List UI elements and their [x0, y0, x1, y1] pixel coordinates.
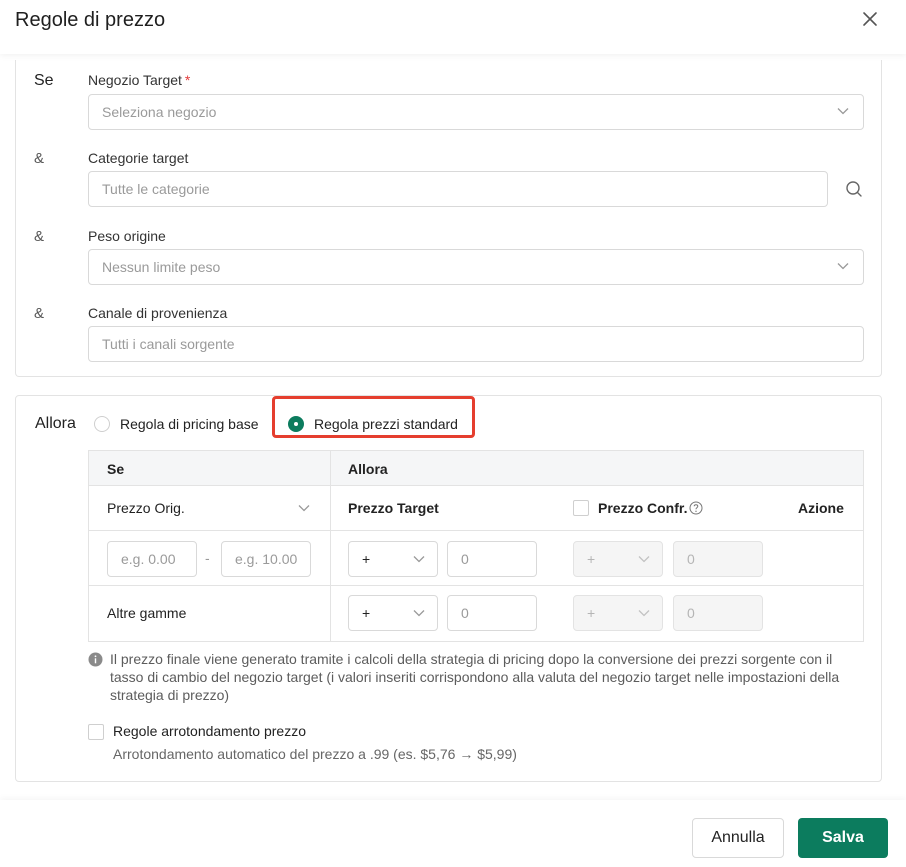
save-button[interactable]: Salva — [798, 818, 888, 858]
chevron-down-icon — [298, 505, 310, 512]
dialog-header: Regole di prezzo — [0, 0, 906, 54]
and-label: & — [34, 305, 45, 322]
compare-operator-value: + — [587, 551, 596, 567]
table-header: Se Allora — [89, 451, 863, 486]
categories-input[interactable]: Tutte le categorie — [88, 171, 828, 207]
compare-value: 0 — [687, 551, 695, 567]
weight-placeholder: Nessun limite peso — [102, 259, 221, 275]
close-icon[interactable] — [860, 9, 880, 29]
store-label: Negozio Target * — [88, 72, 190, 88]
info-note-text: Il prezzo finale viene generato tramite … — [110, 651, 840, 703]
categories-placeholder: Tutte le categorie — [102, 181, 210, 197]
store-label-text: Negozio Target — [88, 72, 182, 88]
range-max-input[interactable]: e.g. 10.00 — [221, 541, 311, 577]
weight-label: Peso origine — [88, 228, 166, 244]
col-compare: Prezzo Confr. — [598, 500, 688, 516]
compare-operator-select: + — [573, 595, 663, 631]
source-price-select[interactable]: Prezzo Orig. — [107, 500, 185, 516]
channel-input[interactable]: Tutti i canali sorgente — [88, 326, 864, 362]
compare-operator-select: + — [573, 541, 663, 577]
radio-dot-selected — [288, 416, 304, 432]
weight-select[interactable]: Nessun limite peso — [88, 249, 864, 285]
range-min-input[interactable]: e.g. 0.00 — [107, 541, 197, 577]
cancel-button[interactable]: Annulla — [692, 818, 784, 858]
categories-label: Categorie target — [88, 150, 189, 166]
radio-base-pricing[interactable]: Regola di pricing base — [94, 416, 259, 432]
radio-dot — [94, 416, 110, 432]
target-value: 0 — [461, 551, 469, 567]
target-value-input[interactable]: 0 — [447, 595, 537, 631]
header-then: Allora — [348, 461, 388, 477]
table-row: e.g. 0.00 - e.g. 10.00 + 0 + 0 — [89, 531, 863, 586]
and-label: & — [34, 150, 45, 167]
chevron-down-icon — [413, 556, 425, 563]
table-row: Altre gamme + 0 + 0 — [89, 586, 863, 641]
search-icon[interactable] — [845, 180, 863, 198]
rounding-checkbox[interactable] — [88, 724, 104, 740]
chevron-down-icon — [837, 263, 849, 270]
actions-card: Allora Regola di pricing base Regola pre… — [15, 395, 882, 782]
target-value: 0 — [461, 605, 469, 621]
dialog-footer: Annulla Salva — [0, 800, 906, 867]
table-subheader: Prezzo Orig. Prezzo Target Prezzo Confr.… — [89, 486, 863, 531]
channel-label: Canale di provenienza — [88, 305, 228, 321]
help-icon[interactable] — [689, 501, 703, 515]
then-label: Allora — [35, 415, 76, 432]
radio-base-pricing-label: Regola di pricing base — [120, 416, 259, 432]
compare-value-input: 0 — [673, 595, 763, 631]
col-target: Prezzo Target — [348, 500, 439, 516]
and-label: & — [34, 228, 45, 245]
chevron-down-icon — [837, 108, 849, 115]
range-min-placeholder: e.g. 0.00 — [121, 551, 176, 567]
operator-value: + — [362, 551, 371, 567]
target-value-input[interactable]: 0 — [447, 541, 537, 577]
info-icon — [88, 652, 103, 667]
range-separator: - — [205, 550, 210, 566]
radio-standard-pricing[interactable]: Regola prezzi standard — [288, 416, 458, 432]
column-divider — [330, 451, 331, 641]
chevron-down-icon — [638, 610, 650, 617]
header-if: Se — [107, 461, 125, 477]
rounding-label: Regole arrotondamento prezzo — [113, 723, 307, 739]
store-select[interactable]: Seleziona negozio — [88, 94, 864, 130]
channel-placeholder: Tutti i canali sorgente — [102, 336, 235, 352]
rounding-description: Arrotondamento automatico del prezzo a .… — [113, 746, 517, 762]
conditions-card: Se Negozio Target * Seleziona negozio & C… — [15, 60, 882, 377]
if-label: Se — [34, 72, 54, 89]
price-rules-table: Se Allora Prezzo Orig. Prezzo Target Pre… — [88, 450, 864, 642]
operator-select[interactable]: + — [348, 595, 438, 631]
dialog-body: Se Negozio Target * Seleziona negozio & C… — [0, 54, 906, 800]
range-max-placeholder: e.g. 10.00 — [235, 551, 298, 567]
operator-select[interactable]: + — [348, 541, 438, 577]
dialog-title: Regole di prezzo — [15, 9, 166, 31]
info-note: Il prezzo finale viene generato tramite … — [88, 650, 868, 704]
chevron-down-icon — [638, 556, 650, 563]
col-action: Azione — [798, 500, 844, 516]
compare-operator-value: + — [587, 605, 596, 621]
compare-price-checkbox[interactable] — [573, 500, 589, 516]
radio-standard-pricing-label: Regola prezzi standard — [314, 416, 458, 432]
required-mark: * — [184, 72, 191, 88]
compare-value: 0 — [687, 605, 695, 621]
other-ranges-label: Altre gamme — [107, 605, 187, 621]
col-source-label: Prezzo Orig. — [107, 500, 185, 516]
operator-value: + — [362, 605, 371, 621]
compare-value-input: 0 — [673, 541, 763, 577]
chevron-down-icon — [413, 610, 425, 617]
store-placeholder: Seleziona negozio — [102, 104, 217, 120]
